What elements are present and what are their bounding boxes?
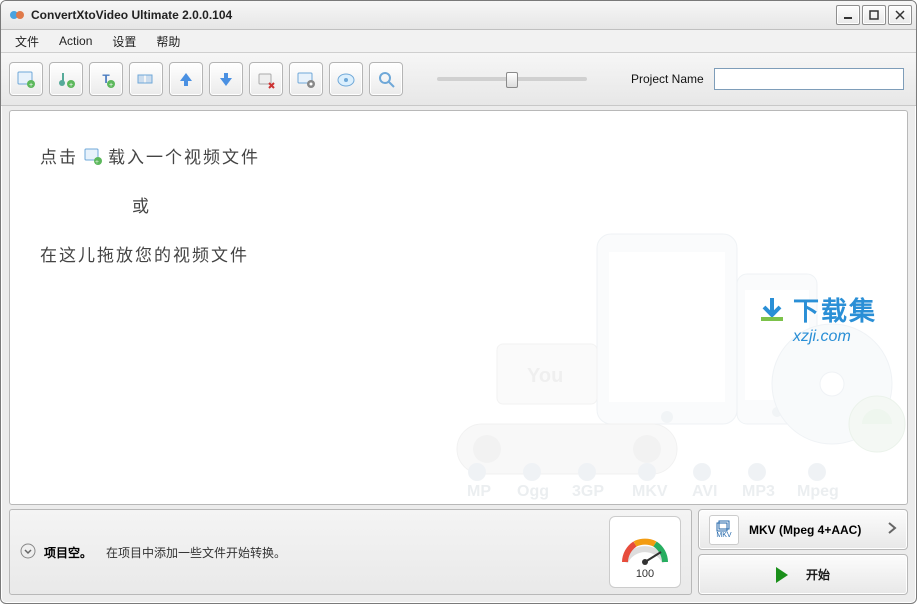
add-file-button[interactable]: + xyxy=(9,62,43,96)
devices-illustration: You MP Ogg 3GP MKV AVI MP3 Mpeg xyxy=(387,224,907,504)
status-panel: 项目空。 在项目中添加一些文件开始转换。 100 xyxy=(9,509,692,595)
minimize-button[interactable] xyxy=(836,5,860,25)
menu-help[interactable]: 帮助 xyxy=(146,30,190,52)
drop-click-label: 点击 xyxy=(40,143,78,168)
titlebar: ConvertXtoVideo Ultimate 2.0.0.104 xyxy=(1,1,916,30)
project-name-label: Project Name xyxy=(631,72,704,86)
quality-gauge: 100 xyxy=(609,516,681,588)
watermark-zh: 下载集 xyxy=(793,291,877,328)
preview-button[interactable] xyxy=(369,62,403,96)
svg-text:Ogg: Ogg xyxy=(517,483,549,500)
maximize-button[interactable] xyxy=(862,5,886,25)
format-icon: MKV xyxy=(709,515,739,545)
menubar: 文件 Action 设置 帮助 xyxy=(1,30,916,53)
gauge-value: 100 xyxy=(636,568,654,580)
move-down-button[interactable] xyxy=(209,62,243,96)
format-selector[interactable]: MKV MKV (Mpeg 4+AAC) xyxy=(698,509,908,550)
svg-text:AVI: AVI xyxy=(692,483,717,500)
footer: 项目空。 在项目中添加一些文件开始转换。 100 MKV xyxy=(9,509,908,595)
play-icon xyxy=(776,567,788,583)
add-audio-button[interactable]: + xyxy=(49,62,83,96)
window-title: ConvertXtoVideo Ultimate 2.0.0.104 xyxy=(31,8,836,22)
status-title: 项目空。 xyxy=(44,544,92,561)
add-segment-button[interactable] xyxy=(129,62,163,96)
drop-drag-label: 在这儿拖放您的视频文件 xyxy=(40,241,260,266)
zoom-slider[interactable] xyxy=(437,69,587,89)
status-expand-icon[interactable] xyxy=(20,543,36,562)
svg-text:3GP: 3GP xyxy=(572,483,604,500)
svg-text:MKV: MKV xyxy=(632,483,668,500)
right-panel: MKV MKV (Mpeg 4+AAC) 开始 xyxy=(698,509,908,595)
mini-add-file-icon: + xyxy=(84,147,102,165)
start-label: 开始 xyxy=(806,566,830,583)
app-window: ConvertXtoVideo Ultimate 2.0.0.104 文件 Ac… xyxy=(0,0,917,604)
chevron-right-icon xyxy=(887,521,897,538)
remove-button[interactable] xyxy=(249,62,283,96)
close-button[interactable] xyxy=(888,5,912,25)
add-text-button[interactable]: T+ xyxy=(89,62,123,96)
svg-text:MP3: MP3 xyxy=(742,483,775,500)
settings-button[interactable] xyxy=(289,62,323,96)
burn-button[interactable] xyxy=(329,62,363,96)
start-button[interactable]: 开始 xyxy=(698,554,908,595)
toolbar: + + T+ Project Name xyxy=(1,53,916,106)
menu-file[interactable]: 文件 xyxy=(5,30,49,52)
watermark: 下载集 xzji.com xyxy=(793,291,877,346)
status-desc: 在项目中添加一些文件开始转换。 xyxy=(106,544,286,561)
app-icon xyxy=(9,7,25,23)
svg-text:MP: MP xyxy=(467,483,491,500)
svg-text:+: + xyxy=(69,82,73,89)
project-name-input[interactable] xyxy=(714,68,904,90)
drop-load-label: 载入一个视频文件 xyxy=(108,143,260,168)
drop-area[interactable]: 点击 + 载入一个视频文件 或 在这儿拖放您的视频文件 You xyxy=(9,110,908,505)
svg-text:You: You xyxy=(527,365,563,387)
drop-or-label: 或 xyxy=(132,192,260,217)
svg-text:+: + xyxy=(109,82,113,89)
svg-text:+: + xyxy=(95,158,101,165)
download-arrow-icon xyxy=(757,295,787,325)
menu-settings[interactable]: 设置 xyxy=(102,30,146,52)
drop-hint: 点击 + 载入一个视频文件 或 在这儿拖放您的视频文件 xyxy=(40,143,260,290)
window-controls xyxy=(836,5,912,25)
watermark-en: xzji.com xyxy=(793,328,877,346)
svg-text:+: + xyxy=(29,82,33,89)
menu-action[interactable]: Action xyxy=(49,30,102,52)
format-label: MKV (Mpeg 4+AAC) xyxy=(749,523,861,537)
move-up-button[interactable] xyxy=(169,62,203,96)
svg-text:Mpeg: Mpeg xyxy=(797,483,839,500)
